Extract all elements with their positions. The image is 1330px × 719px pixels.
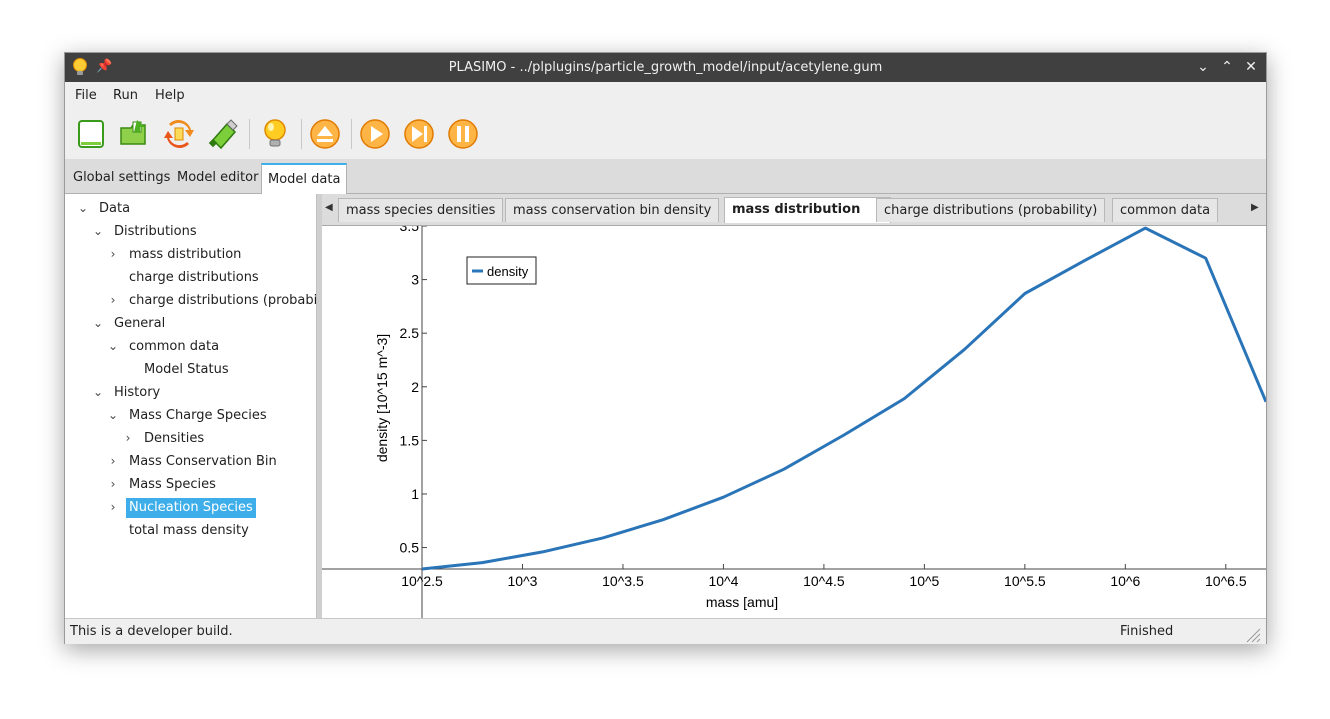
tab-charge-distributions-probability[interactable]: charge distributions (probability) xyxy=(876,198,1106,222)
step-icon[interactable] xyxy=(403,118,435,150)
plot-panel: ◀ mass species densities mass conservati… xyxy=(322,194,1266,618)
tree-item[interactable]: Nucleation Species xyxy=(126,498,256,518)
tab-scroll-right-icon[interactable]: ▶ xyxy=(1251,202,1259,213)
window-title: PLASIMO - ../plplugins/particle_growth_m… xyxy=(448,60,883,75)
y-tick-label: 1 xyxy=(411,486,419,502)
tab-model-editor[interactable]: Model editor xyxy=(171,163,264,193)
x-tick-label: 10^2.5 xyxy=(401,573,443,589)
chevron-right-icon[interactable]: › xyxy=(107,244,119,264)
lightbulb-icon[interactable] xyxy=(259,118,291,150)
eject-icon[interactable] xyxy=(309,118,341,150)
play-icon[interactable] xyxy=(359,118,391,150)
chevron-down-icon[interactable]: ⌄ xyxy=(77,198,89,218)
data-tree[interactable]: ⌄ Data ⌄ Distributions › mass distribution cha… xyxy=(65,194,317,618)
toolbar-separator xyxy=(301,119,302,149)
tree-item[interactable]: common data xyxy=(129,337,219,357)
chevron-down-icon[interactable]: ⌄ xyxy=(92,313,104,333)
new-file-icon[interactable] xyxy=(75,118,107,150)
tab-mass-distribution-label: mass distribution xyxy=(732,202,861,217)
tab-global-settings[interactable]: Global settings xyxy=(67,163,176,193)
y-tick-label: 3 xyxy=(411,272,419,288)
legend-label: density xyxy=(487,264,529,279)
reload-icon[interactable] xyxy=(163,118,195,150)
chevron-right-icon[interactable]: › xyxy=(107,497,119,517)
mass-distribution-chart: 0.5 1 1.5 2 2.5 3 3.5 10^2.5 10^3 10^3.5 10^4 10^4… xyxy=(322,226,1266,618)
pause-icon[interactable] xyxy=(447,118,479,150)
tree-item[interactable]: Data xyxy=(99,199,130,219)
tree-item[interactable]: charge distributions (probabilit xyxy=(129,291,316,311)
x-tick-label: 10^6 xyxy=(1110,573,1140,589)
menu-file[interactable]: File xyxy=(75,88,97,103)
menu-run[interactable]: Run xyxy=(113,88,138,103)
chevron-down-icon[interactable]: ⌄ xyxy=(107,336,119,356)
chevron-down-icon[interactable]: ⌄ xyxy=(92,382,104,402)
chart-background xyxy=(322,226,1266,618)
data-tab-bar: ◀ mass species densities mass conservati… xyxy=(322,194,1266,226)
chart-legend: density xyxy=(466,256,537,285)
tree-item[interactable]: General xyxy=(114,314,165,334)
tree-item[interactable]: Mass Conservation Bin xyxy=(129,452,277,472)
tab-mass-species-densities[interactable]: mass species densities xyxy=(338,198,504,222)
status-message: This is a developer build. xyxy=(70,624,233,639)
chevron-right-icon[interactable]: › xyxy=(107,290,119,310)
chevron-down-icon[interactable]: ⌄ xyxy=(92,221,104,241)
tree-item[interactable]: total mass density xyxy=(129,521,249,541)
close-button[interactable]: ✕ xyxy=(1242,58,1260,76)
y-tick-label: 2 xyxy=(411,379,419,395)
maximize-button[interactable]: ⌃ xyxy=(1218,58,1236,76)
open-folder-icon[interactable] xyxy=(119,118,151,150)
x-tick-label: 10^6.5 xyxy=(1205,573,1247,589)
tree-item[interactable]: Distributions xyxy=(114,222,197,242)
chevron-right-icon[interactable]: › xyxy=(107,451,119,471)
tree-item[interactable]: Mass Species xyxy=(129,475,216,495)
usb-drive-icon[interactable] xyxy=(207,118,239,150)
tree-item[interactable]: Model Status xyxy=(144,360,229,380)
tab-common-data[interactable]: common data xyxy=(1112,198,1219,222)
toolbar-separator xyxy=(351,119,352,149)
toolbar-separator xyxy=(249,119,250,149)
x-tick-label: 10^4.5 xyxy=(803,573,845,589)
tree-item[interactable]: Mass Charge Species xyxy=(129,406,267,426)
status-bar: This is a developer build. Finished xyxy=(65,618,1266,644)
chevron-down-icon[interactable]: ⌄ xyxy=(107,405,119,425)
y-tick-label: 0.5 xyxy=(400,540,420,556)
status-state: Finished xyxy=(1120,624,1174,639)
main-tab-bar: Global settings Model editor Model data xyxy=(65,159,1266,196)
x-tick-label: 10^4 xyxy=(708,573,738,589)
x-tick-label: 10^5.5 xyxy=(1004,573,1046,589)
menu-bar: File Run Help xyxy=(65,82,1266,109)
tree-item[interactable]: charge distributions xyxy=(129,268,259,288)
tree-item[interactable]: Densities xyxy=(144,429,204,449)
toolbar xyxy=(65,109,1266,159)
menu-help[interactable]: Help xyxy=(155,88,185,103)
x-axis-label: mass [amu] xyxy=(706,594,778,610)
tree-item[interactable]: mass distribution xyxy=(129,245,241,265)
minimize-button[interactable]: ⌄ xyxy=(1194,58,1212,76)
y-tick-label: 2.5 xyxy=(400,325,420,341)
tab-mass-distribution[interactable]: mass distribution ⊠ xyxy=(724,197,892,223)
tab-model-data[interactable]: Model data xyxy=(261,163,348,196)
resize-grip-icon[interactable] xyxy=(1243,625,1261,643)
tree-item[interactable]: History xyxy=(114,383,160,403)
tab-mass-conservation-bin-density[interactable]: mass conservation bin density xyxy=(505,198,720,222)
chevron-right-icon[interactable]: › xyxy=(107,474,119,494)
x-tick-label: 10^3.5 xyxy=(602,573,644,589)
y-axis-label: density [10^15 m^-3] xyxy=(374,334,390,462)
x-tick-label: 10^5 xyxy=(909,573,939,589)
tab-scroll-left-icon[interactable]: ◀ xyxy=(325,202,333,213)
y-tick-label: 3.5 xyxy=(400,226,420,234)
x-tick-label: 10^3 xyxy=(508,573,538,589)
chevron-right-icon[interactable]: › xyxy=(122,428,134,448)
app-window: 📌 PLASIMO - ../plplugins/particle_growth… xyxy=(64,52,1267,644)
title-bar[interactable]: 📌 PLASIMO - ../plplugins/particle_growth… xyxy=(65,53,1266,82)
y-tick-label: 1.5 xyxy=(400,432,420,448)
